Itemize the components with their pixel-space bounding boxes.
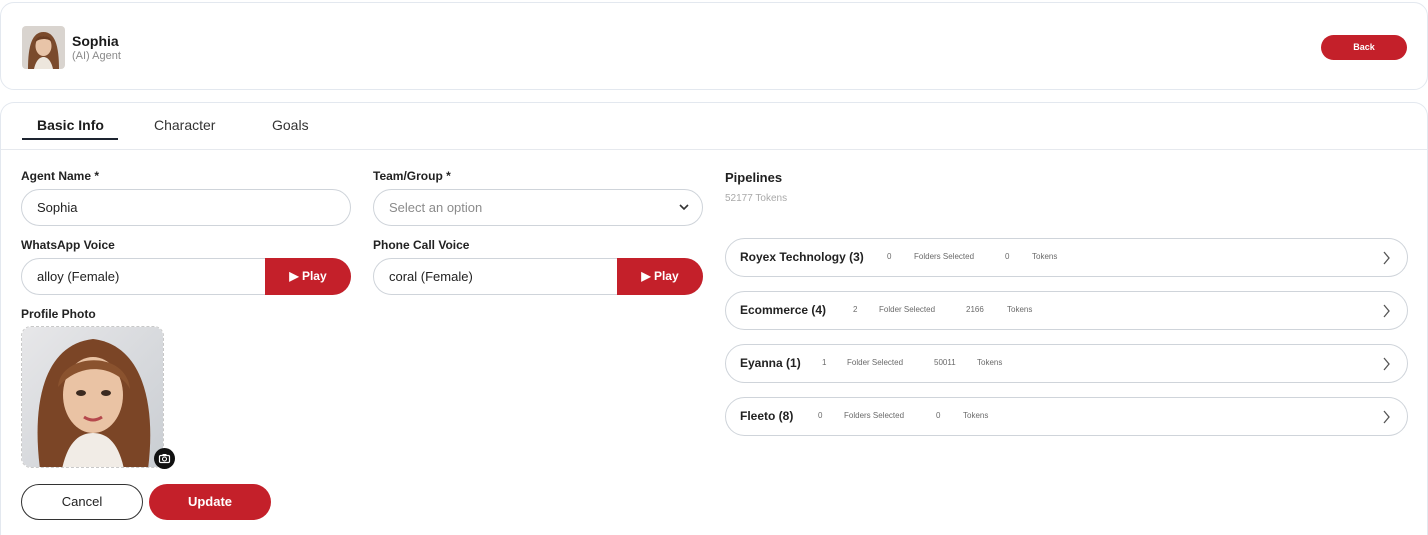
back-button[interactable]: Back (1321, 35, 1407, 60)
phone-voice-label: Phone Call Voice (373, 238, 470, 252)
agent-name-label: Agent Name * (21, 169, 100, 183)
pipeline-token-count: 50011 (934, 358, 956, 367)
pipeline-folder-count: 0 (818, 411, 823, 420)
chevron-down-icon (679, 204, 689, 211)
pipeline-token-label: Tokens (1032, 252, 1058, 261)
pipeline-name: Eyanna (1) (740, 356, 801, 370)
profile-photo-label: Profile Photo (21, 307, 96, 321)
pipeline-row[interactable]: Fleeto (8) 0 Folders Selected 0 Tokens (725, 397, 1408, 436)
pipeline-row[interactable]: Eyanna (1) 1 Folder Selected 50011 Token… (725, 344, 1408, 383)
pipeline-name: Royex Technology (3) (740, 250, 864, 264)
avatar (22, 26, 65, 69)
phone-play-button[interactable]: ▶ Play (617, 258, 703, 295)
team-group-label: Team/Group * (373, 169, 451, 183)
tab-basic-info[interactable]: Basic Info (37, 117, 104, 133)
camera-icon[interactable] (154, 448, 175, 469)
pipeline-token-count: 0 (936, 411, 941, 420)
update-button[interactable]: Update (149, 484, 271, 520)
cancel-button[interactable]: Cancel (21, 484, 143, 520)
chevron-right-icon (1383, 410, 1390, 424)
pipeline-token-count: 2166 (966, 305, 984, 314)
whatsapp-voice-value: alloy (Female) (37, 269, 120, 284)
pipeline-token-count: 0 (1005, 252, 1010, 261)
tab-bar: Basic Info Character Goals (1, 103, 1427, 150)
pipeline-token-label: Tokens (963, 411, 989, 420)
pipelines-token-total: 52177 Tokens (725, 193, 788, 204)
whatsapp-voice-label: WhatsApp Voice (21, 238, 115, 252)
pipeline-folder-count: 0 (887, 252, 892, 261)
team-group-placeholder: Select an option (389, 200, 483, 215)
tab-goals[interactable]: Goals (272, 117, 309, 133)
tab-character[interactable]: Character (154, 117, 215, 133)
pipeline-folder-label: Folder Selected (879, 305, 936, 314)
pipelines-title: Pipelines (725, 170, 783, 185)
pipeline-row[interactable]: Royex Technology (3) 0 Folders Selected … (725, 238, 1408, 277)
pipeline-folder-count: 1 (822, 358, 827, 367)
team-group-select[interactable]: Select an option (373, 189, 703, 226)
pipeline-token-label: Tokens (977, 358, 1003, 367)
agent-name: Sophia (72, 33, 119, 49)
profile-photo[interactable] (21, 326, 164, 468)
pipeline-token-label: Tokens (1007, 305, 1033, 314)
pipeline-name: Fleeto (8) (740, 409, 794, 423)
phone-voice-value: coral (Female) (389, 269, 473, 284)
agent-role: (AI) Agent (72, 50, 121, 62)
chevron-right-icon (1383, 357, 1390, 371)
agent-header: Sophia (AI) Agent Back (0, 2, 1428, 90)
whatsapp-play-button[interactable]: ▶ Play (265, 258, 351, 295)
agent-name-input[interactable]: Sophia (21, 189, 351, 226)
pipeline-row[interactable]: Ecommerce (4) 2 Folder Selected 2166 Tok… (725, 291, 1408, 330)
pipeline-folder-label: Folders Selected (844, 411, 905, 420)
pipeline-name: Ecommerce (4) (740, 303, 827, 317)
pipeline-folder-label: Folders Selected (914, 252, 975, 261)
active-tab-indicator (22, 138, 118, 140)
chevron-right-icon (1383, 304, 1390, 318)
pipeline-folder-label: Folder Selected (847, 358, 904, 367)
chevron-right-icon (1383, 251, 1390, 265)
pipeline-folder-count: 2 (853, 305, 858, 314)
